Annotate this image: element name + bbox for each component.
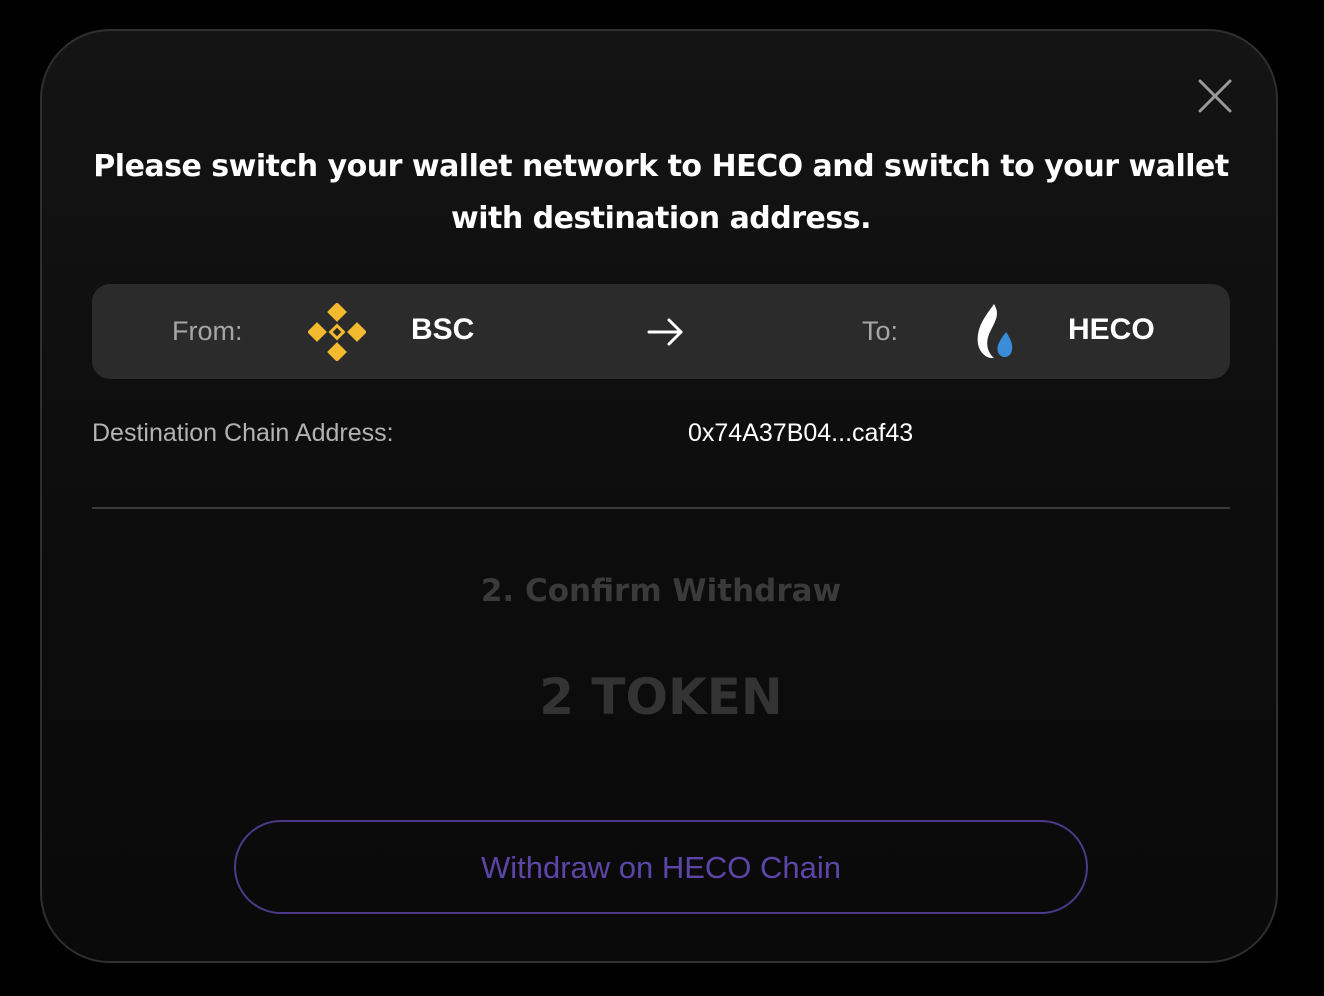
heco-icon <box>977 304 1013 359</box>
from-chain-name: BSC <box>411 313 475 346</box>
withdraw-amount: 2 TOKEN <box>539 668 783 726</box>
close-button[interactable] <box>1195 76 1235 116</box>
modal-heading: Please switch your wallet network to HEC… <box>93 149 1229 236</box>
from-label: From: <box>172 316 243 346</box>
to-label: To: <box>862 316 899 346</box>
destination-address-value: 0x74A37B04...caf43 <box>688 419 914 447</box>
divider <box>92 507 1230 509</box>
withdraw-modal: Please switch your wallet network to HEC… <box>40 29 1278 963</box>
close-icon <box>1198 79 1232 113</box>
bnb-icon <box>308 303 366 361</box>
destination-address-label: Destination Chain Address: <box>92 419 394 447</box>
arrow-right-icon <box>647 318 683 346</box>
to-chain-name: HECO <box>1068 313 1155 346</box>
step-title: 2. Confirm Withdraw <box>480 573 842 609</box>
chain-route-box: From: BSC To: HECO <box>92 284 1230 379</box>
withdraw-button[interactable]: Withdraw on HECO Chain <box>234 820 1088 914</box>
